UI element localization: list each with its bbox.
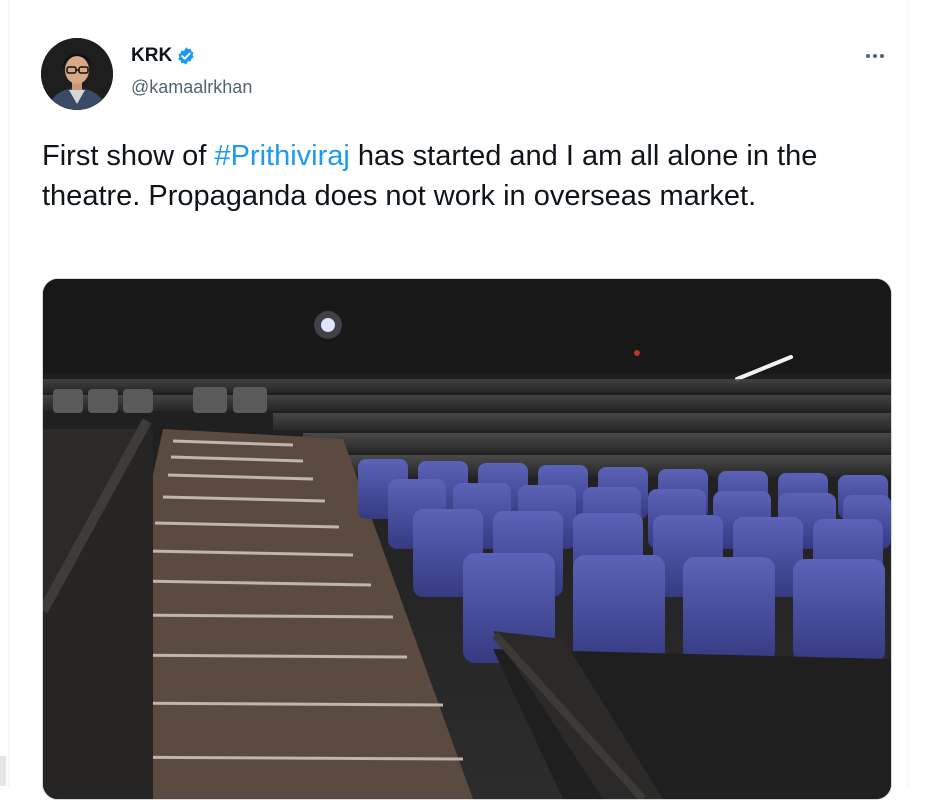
hashtag-link[interactable]: #Prithiviraj <box>214 140 349 172</box>
tweet-text-part1: First show of <box>42 140 215 172</box>
author-name[interactable]: KRK <box>131 45 172 67</box>
more-options-icon[interactable] <box>857 44 893 68</box>
author-handle[interactable]: @kamaalrkhan <box>131 77 252 98</box>
page-edge-strip <box>0 756 6 786</box>
avatar[interactable] <box>41 38 113 110</box>
avatar-image <box>41 38 113 110</box>
verified-badge-icon <box>178 47 194 65</box>
tweet-photo[interactable] <box>42 278 892 800</box>
tweet-card: KRK @kamaalrkhan First show of #Prithivi… <box>8 0 908 800</box>
tweet-text: First show of #Prithiviraj has started a… <box>42 136 892 216</box>
cinema-hall-photo <box>43 279 891 799</box>
author-name-row: KRK <box>131 45 196 67</box>
